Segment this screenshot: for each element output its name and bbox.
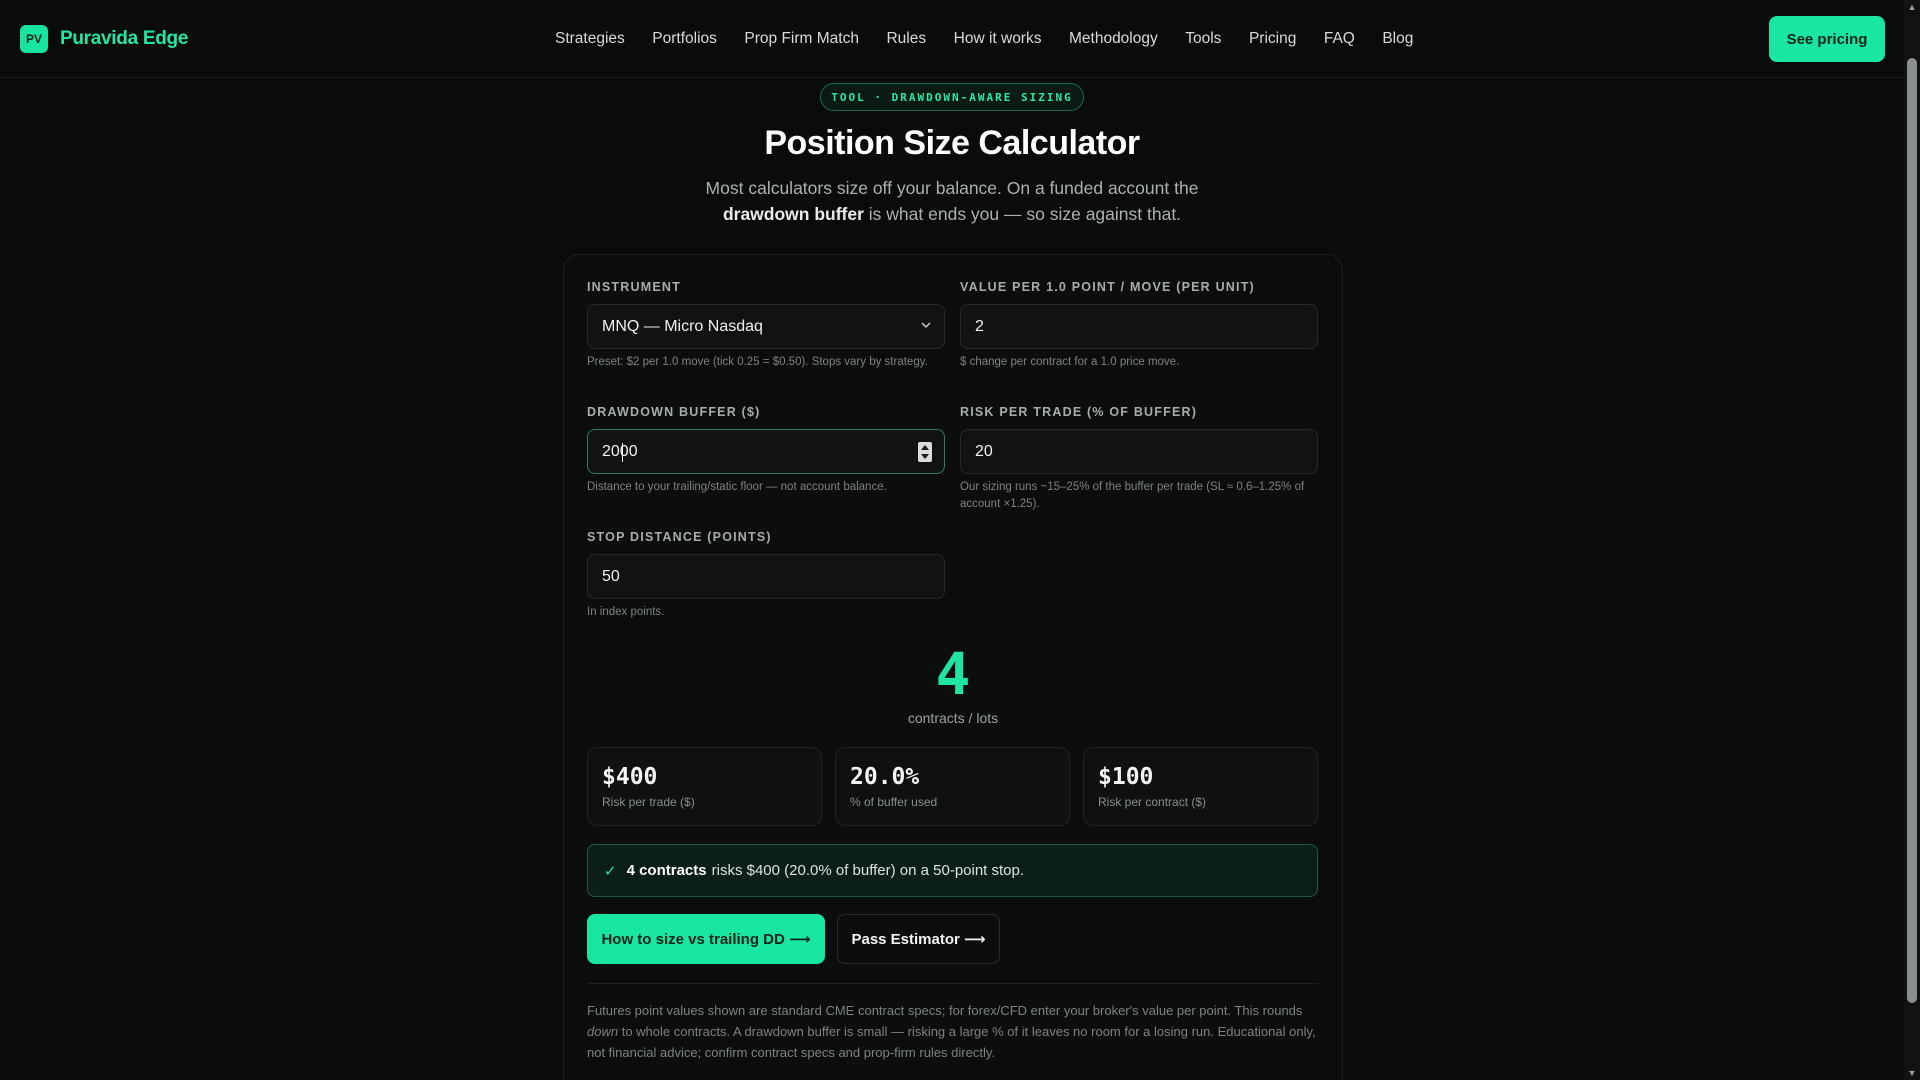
summary-text: risks $400 (20.0% of buffer) on a 50-poi… bbox=[711, 862, 1025, 879]
nav-item-how-it-works[interactable]: How it works bbox=[954, 30, 1042, 48]
stop-distance-input[interactable]: 50 bbox=[587, 554, 945, 599]
nav-item-faq[interactable]: FAQ bbox=[1324, 30, 1355, 48]
subtitle-emphasis: drawdown buffer bbox=[722, 204, 864, 224]
drawdown-buffer-hint: Distance to your trailing/static floor —… bbox=[587, 481, 887, 493]
nav-item-rules[interactable]: Rules bbox=[886, 30, 926, 48]
brand-name: Puravida Edge bbox=[60, 28, 189, 49]
drawdown-buffer-value: 2000 bbox=[602, 442, 638, 460]
disclaimer-footnote: Futures point values shown are standard … bbox=[587, 1000, 1318, 1063]
check-icon: ✓ bbox=[604, 862, 617, 880]
brand-logo[interactable]: PV Puravida Edge bbox=[20, 25, 188, 53]
scrollbar-thumb[interactable] bbox=[1907, 58, 1917, 1003]
contracts-result-label: contracts / lots bbox=[907, 710, 999, 726]
stat-value: $100 bbox=[1098, 764, 1154, 790]
chevron-down-icon bbox=[921, 320, 931, 329]
instrument-select-value: MNQ — Micro Nasdaq bbox=[602, 317, 763, 335]
stop-distance-value: 50 bbox=[602, 567, 620, 585]
subtitle-text-b: is what ends you — so size against that. bbox=[868, 204, 1182, 224]
scroll-up-arrow-icon[interactable]: ▲ bbox=[1907, 2, 1917, 12]
logo-badge-icon: PV bbox=[20, 25, 48, 53]
stat-buffer-used: 20.0% % of buffer used bbox=[835, 747, 1070, 826]
tool-tag-pill: TOOL · DRAWDOWN-AWARE SIZING bbox=[820, 83, 1084, 111]
instrument-hint: Preset: $2 per 1.0 move (tick 0.25 = $0.… bbox=[587, 356, 928, 368]
stat-label: % of buffer used bbox=[850, 795, 938, 809]
page-subtitle: Most calculators size off your balance. … bbox=[652, 175, 1252, 227]
main-nav: Strategies Portfolios Prop Firm Match Ru… bbox=[555, 0, 1413, 78]
stat-risk-per-contract: $100 Risk per contract ($) bbox=[1083, 747, 1318, 826]
value-per-point-value: 2 bbox=[975, 317, 984, 335]
stop-distance-hint: In index points. bbox=[587, 606, 665, 618]
page-scrollbar[interactable]: ▲ ▼ bbox=[1904, 0, 1920, 1080]
nav-item-methodology[interactable]: Methodology bbox=[1069, 30, 1158, 48]
top-navbar: PV Puravida Edge Strategies Portfolios P… bbox=[0, 0, 1904, 78]
contracts-result: 4 bbox=[935, 640, 971, 708]
drawdown-buffer-label: DRAWDOWN BUFFER ($) bbox=[587, 405, 761, 419]
stat-label: Risk per contract ($) bbox=[1098, 795, 1207, 809]
stat-risk-per-trade: $400 Risk per trade ($) bbox=[587, 747, 822, 826]
nav-item-pricing[interactable]: Pricing bbox=[1249, 30, 1296, 48]
instrument-label: INSTRUMENT bbox=[587, 280, 681, 294]
nav-item-tools[interactable]: Tools bbox=[1185, 30, 1221, 48]
instrument-select[interactable]: MNQ — Micro Nasdaq bbox=[587, 304, 945, 349]
page-title: Position Size Calculator bbox=[764, 124, 1140, 162]
stat-label: Risk per trade ($) bbox=[602, 795, 695, 809]
nav-item-portfolios[interactable]: Portfolios bbox=[652, 30, 717, 48]
summary-bold: 4 contracts bbox=[626, 862, 707, 879]
size-vs-trailing-dd-button[interactable]: How to size vs trailing DD ⟶ bbox=[587, 914, 825, 964]
risk-per-trade-hint: Our sizing runs ~15–25% of the buffer pe… bbox=[960, 481, 1305, 510]
footnote-emphasis: down bbox=[587, 1024, 619, 1039]
see-pricing-button[interactable]: See pricing bbox=[1769, 16, 1885, 62]
text-cursor bbox=[622, 443, 623, 462]
pass-estimator-button[interactable]: Pass Estimator ⟶ bbox=[837, 914, 1000, 964]
value-per-point-hint: $ change per contract for a 1.0 price mo… bbox=[960, 356, 1180, 368]
divider bbox=[587, 983, 1318, 984]
value-per-point-label: VALUE PER 1.0 POINT / MOVE (PER UNIT) bbox=[960, 280, 1255, 294]
scroll-down-arrow-icon[interactable]: ▼ bbox=[1907, 1068, 1917, 1078]
value-per-point-input[interactable]: 2 bbox=[960, 304, 1318, 349]
subtitle-text-a: Most calculators size off your balance. … bbox=[705, 178, 1199, 198]
result-summary-banner: ✓ 4 contracts risks $400 (20.0% of buffe… bbox=[587, 844, 1318, 897]
footnote-text-a: Futures point values shown are standard … bbox=[587, 1003, 1303, 1018]
nav-item-strategies[interactable]: Strategies bbox=[555, 30, 625, 48]
risk-per-trade-label: RISK PER TRADE (% OF BUFFER) bbox=[960, 405, 1198, 419]
stop-distance-label: STOP DISTANCE (POINTS) bbox=[587, 530, 772, 544]
number-spinner-icon[interactable] bbox=[918, 442, 932, 462]
nav-item-blog[interactable]: Blog bbox=[1382, 30, 1413, 48]
nav-item-prop-firm-match[interactable]: Prop Firm Match bbox=[744, 30, 859, 48]
drawdown-buffer-input[interactable]: 2000 bbox=[587, 429, 945, 474]
stat-value: $400 bbox=[602, 764, 658, 790]
stat-value: 20.0% bbox=[850, 764, 920, 790]
risk-per-trade-input[interactable]: 20 bbox=[960, 429, 1318, 474]
risk-per-trade-value: 20 bbox=[975, 442, 993, 460]
footnote-text-b: to whole contracts. A drawdown buffer is… bbox=[587, 1024, 1316, 1060]
